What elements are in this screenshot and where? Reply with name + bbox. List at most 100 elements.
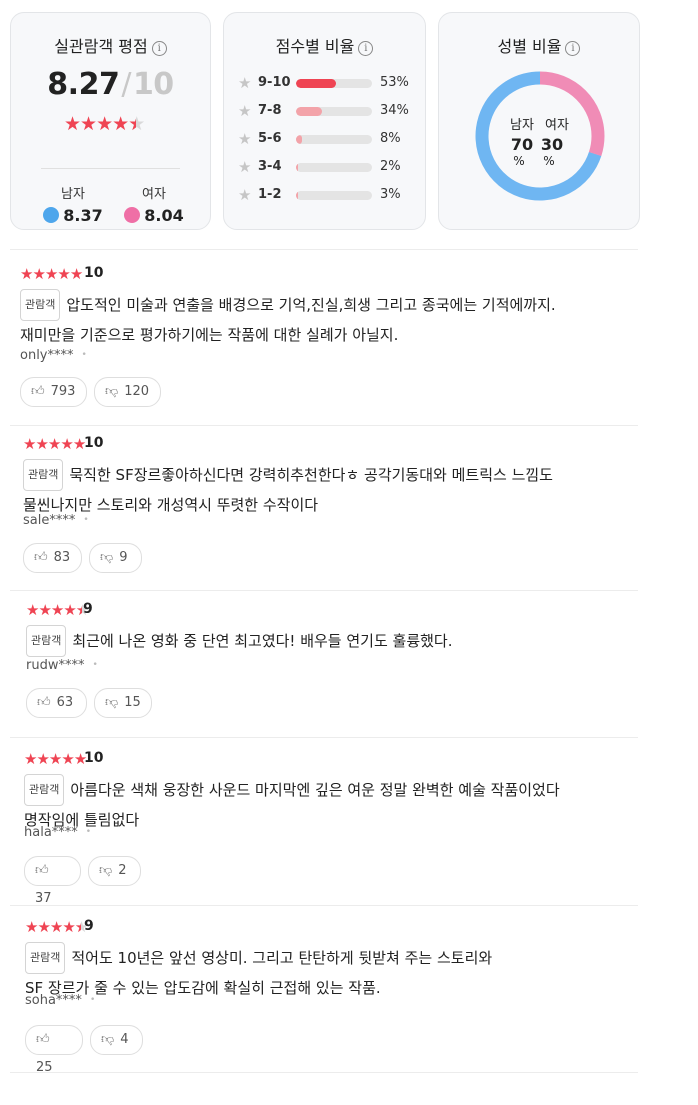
star-icon: ★: [35, 435, 48, 453]
star-icon: ★: [62, 918, 75, 936]
distribution-bar: [296, 107, 372, 116]
like-count: 25: [36, 1060, 53, 1075]
dislike-count: 4: [120, 1032, 129, 1047]
like-count: 37: [35, 891, 52, 906]
thumbs-up-icon: 👍︎: [37, 695, 51, 710]
donut-female-label: 여자: [545, 118, 569, 133]
viewer-badge: 관람객: [25, 942, 66, 974]
distribution-row: ★ 3-4 2%: [238, 158, 418, 176]
distribution-row: ★ 1-2 3%: [238, 186, 418, 204]
female-label: 여자: [142, 187, 166, 202]
distribution-bar: [296, 191, 372, 200]
donut-female-unit: %: [543, 154, 555, 168]
distribution-card-title: 점수별 비율 i: [224, 33, 425, 57]
review-text: 관람객 묵직한 SF장르좋아하신다면 강력히추천한다ㅎ 공각기동대와 메트릭스 느…: [23, 459, 653, 519]
review-stars: ★★★★★: [24, 750, 87, 768]
like-count: 63: [56, 695, 74, 710]
distribution-card-title-text: 점수별 비율: [275, 37, 355, 56]
like-button[interactable]: 👍︎ 63: [26, 688, 87, 718]
rating-card: 실관람객 평점i 8.27/10 ★★★★★ 남자 8.37 여자 8.04: [10, 12, 211, 230]
star-icon: ★: [69, 265, 83, 283]
distribution-bar-fill: [296, 135, 303, 144]
rating-card-title: 실관람객 평점 i: [11, 33, 210, 57]
like-count: 83: [53, 550, 71, 565]
star-icon: ★: [38, 601, 51, 619]
review-text-line: 재미만을 기준으로 평가하기에는 작품에 대한 실례가 아닐지.: [20, 326, 399, 344]
dislike-button[interactable]: 👎︎ 120: [94, 377, 161, 407]
distribution-label: 1-2: [258, 187, 282, 202]
thumbs-down-icon: 👎︎: [105, 695, 119, 710]
star-icon: ★: [23, 435, 36, 453]
distribution-percent: 3%: [380, 187, 401, 202]
info-icon[interactable]: i: [151, 41, 167, 56]
review-user[interactable]: soha****: [25, 993, 95, 1008]
distribution-percent: 34%: [380, 103, 409, 118]
distribution-card: 점수별 비율 i ★ 9-10 53% ★ 7-8 34% ★ 5-6 8% ★ 3-4 2% ★ 1-2 3…: [223, 12, 426, 230]
male-score: 남자 8.37: [33, 183, 113, 225]
male-label: 남자: [61, 187, 85, 202]
distribution-percent: 2%: [380, 159, 401, 174]
review-text-line: 묵직한 SF장르좋아하신다면 강력히추천한다ㅎ 공각기동대와 메트릭스 느낌도: [69, 466, 553, 484]
dislike-button[interactable]: 👎︎ 9: [89, 543, 142, 573]
divider: [10, 1072, 638, 1073]
thumbs-down-icon: 👎︎: [101, 1032, 115, 1047]
distribution-bar-fill: [296, 107, 322, 116]
gender-card-title: 성별 비율 i: [439, 33, 639, 57]
star-icon: ★: [24, 750, 37, 768]
dislike-button[interactable]: 👎︎ 2: [88, 856, 141, 886]
info-icon[interactable]: i: [565, 41, 581, 56]
star-icon: ★: [238, 130, 252, 148]
distribution-percent: 53%: [380, 75, 409, 90]
review-user[interactable]: sale****: [23, 513, 89, 528]
distribution-label: 3-4: [258, 159, 282, 174]
divider: [10, 425, 638, 426]
star-icon: ★: [26, 601, 39, 619]
dislike-count: 15: [124, 695, 141, 710]
review-user[interactable]: only****: [20, 348, 87, 363]
like-button[interactable]: 👍︎ 25: [25, 1025, 83, 1075]
overall-score: 8.27/10: [11, 67, 210, 102]
male-face-icon: [43, 207, 60, 223]
star-icon: ★: [37, 918, 50, 936]
star-icon: ★: [20, 265, 33, 283]
viewer-badge: 관람객: [20, 289, 61, 321]
like-button[interactable]: 👍︎ 37: [24, 856, 81, 906]
star-icon: ★: [238, 158, 252, 176]
distribution-label: 7-8: [258, 103, 282, 118]
review-text-line: 압도적인 미술과 연출을 배경으로 기억,진실,희생 그리고 종국에는 기적에까…: [66, 296, 556, 314]
dislike-button[interactable]: 👎︎ 4: [90, 1025, 143, 1055]
thumbs-down-icon: 👎︎: [100, 550, 114, 565]
donut-male-label: 남자: [510, 118, 534, 133]
star-icon: ★: [238, 74, 252, 92]
star-icon: ★: [57, 265, 70, 283]
like-button[interactable]: 👍︎ 793: [20, 377, 87, 407]
distribution-row: ★ 7-8 34%: [238, 102, 418, 120]
like-button[interactable]: 👍︎ 83: [23, 543, 82, 573]
star-icon: ★: [112, 113, 129, 135]
review-stars: ★★★★★: [23, 435, 86, 453]
distribution-bar-fill: [296, 79, 337, 88]
dislike-button[interactable]: 👎︎ 15: [94, 688, 152, 718]
divider: [10, 905, 638, 906]
review-text: 관람객 최근에 나온 영화 중 단연 최고였다! 배우들 연기도 훌륭했다.: [26, 625, 656, 657]
thumbs-up-icon: 👍︎: [36, 1032, 50, 1047]
star-icon: ★: [48, 750, 62, 768]
dislike-count: 9: [119, 550, 128, 565]
review-user[interactable]: rudw****: [26, 658, 98, 673]
score-max: 10: [132, 67, 174, 102]
distribution-percent: 8%: [380, 131, 401, 146]
distribution-label: 9-10: [258, 75, 291, 90]
dislike-count: 2: [118, 863, 127, 878]
viewer-badge: 관람객: [23, 459, 64, 491]
review-user[interactable]: hala****: [24, 825, 91, 840]
female-face-icon: [124, 207, 141, 223]
review-score: 9: [83, 601, 93, 617]
thumbs-up-icon: 👍︎: [34, 550, 48, 565]
review-text-line: 물씬나지만 스토리와 개성역시 뚜렷한 수작이다: [23, 496, 319, 514]
star-icon: ★: [61, 750, 74, 768]
viewer-badge: 관람객: [26, 625, 67, 657]
info-icon[interactable]: i: [358, 41, 374, 56]
star-icon: ★: [44, 265, 58, 283]
review-text-line: 최근에 나온 영화 중 단연 최고였다! 배우들 연기도 훌륭했다.: [72, 632, 453, 650]
distribution-bar: [296, 79, 372, 88]
